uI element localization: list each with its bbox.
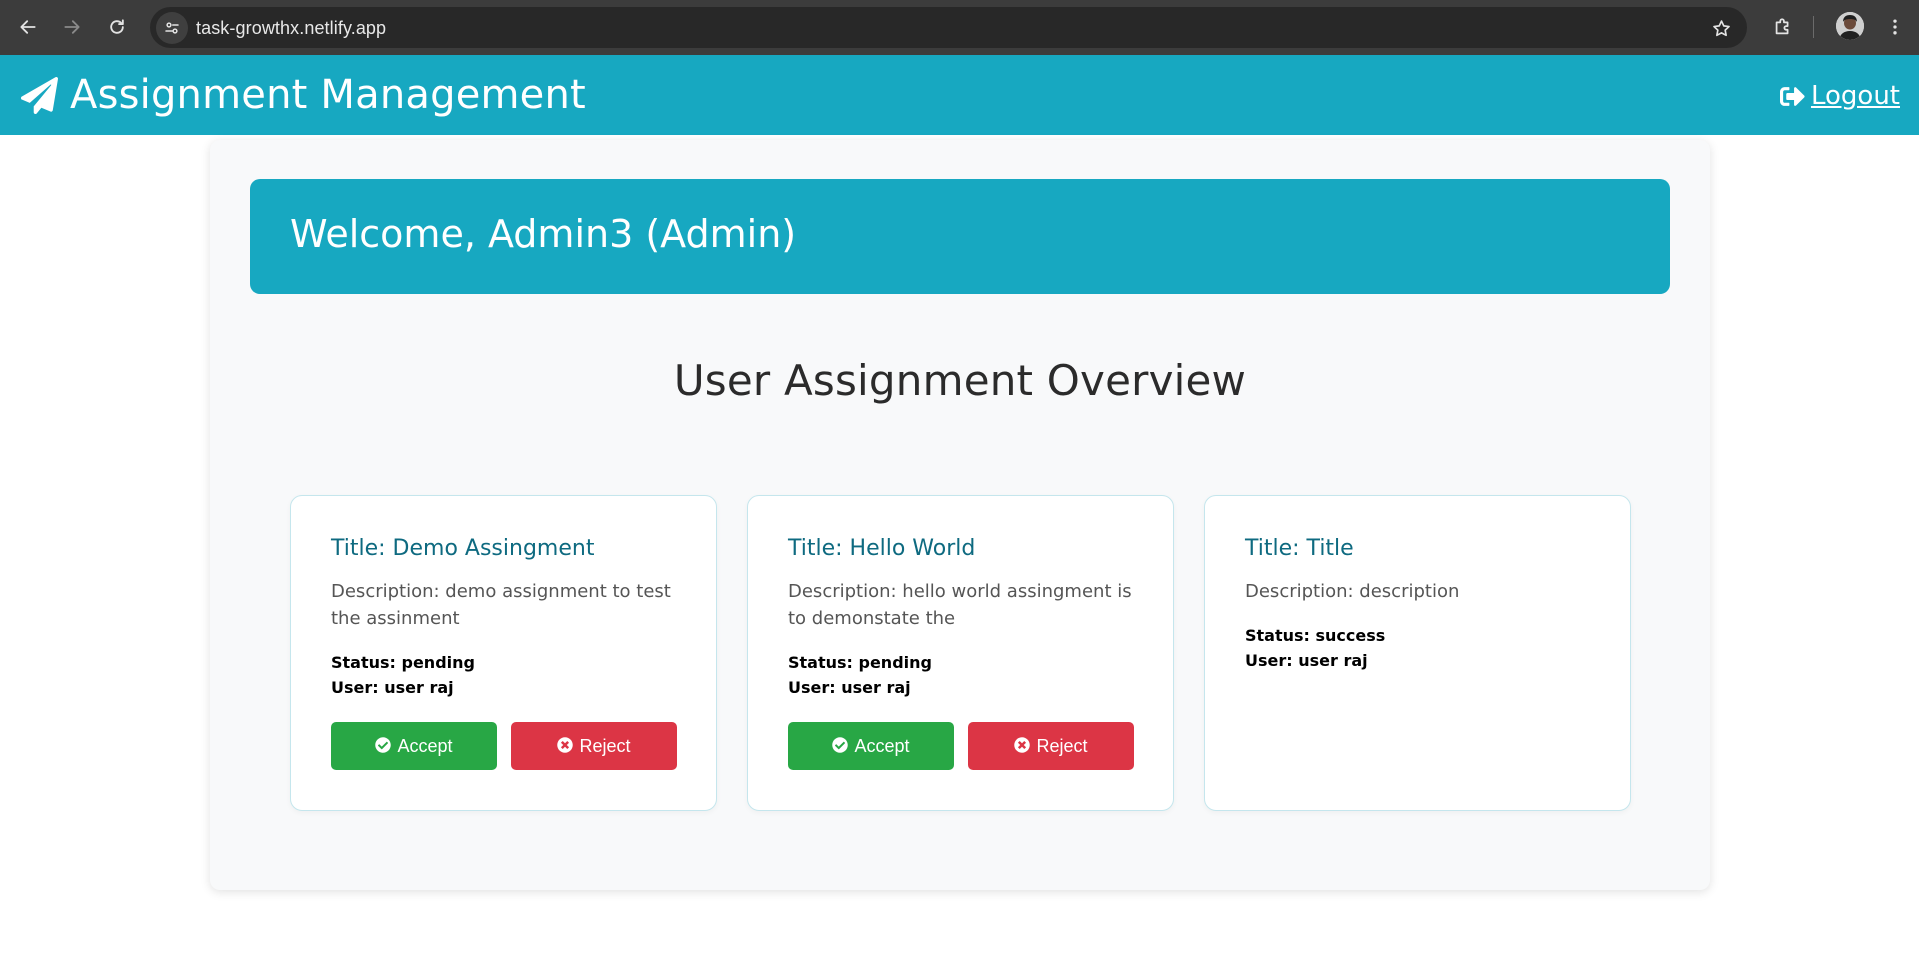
welcome-banner: Welcome, Admin3 (Admin) bbox=[250, 179, 1670, 294]
assignment-status: Status: pending bbox=[788, 653, 932, 672]
kebab-menu-icon bbox=[1893, 19, 1897, 35]
main-container: Welcome, Admin3 (Admin) User Assignment … bbox=[210, 140, 1710, 890]
reject-button[interactable]: Reject bbox=[511, 722, 677, 770]
times-circle-icon bbox=[557, 736, 574, 753]
assignment-card: Title: Title Description: description St… bbox=[1204, 495, 1631, 811]
assignment-user: User: user raj bbox=[331, 678, 454, 697]
puzzle-icon bbox=[1775, 18, 1789, 35]
assignment-description: Description: hello world assingment is t… bbox=[788, 581, 1132, 629]
card-actions: Accept Reject bbox=[788, 722, 1134, 770]
tune-icon bbox=[165, 22, 179, 34]
logout-link[interactable]: Logout bbox=[1779, 81, 1900, 111]
assignment-description: Description: demo assignment to test the… bbox=[331, 581, 671, 629]
brand: Assignment Management bbox=[21, 71, 586, 119]
back-button[interactable] bbox=[14, 13, 42, 41]
welcome-text: Welcome, Admin3 (Admin) bbox=[290, 212, 797, 256]
accept-label[interactable]: Accept bbox=[397, 736, 452, 757]
reload-button[interactable] bbox=[103, 13, 131, 41]
url-text[interactable]: task-growthx.netlify.app bbox=[196, 18, 386, 39]
browser-menu-button[interactable] bbox=[1880, 12, 1910, 42]
app-header: Assignment Management Logout bbox=[0, 55, 1919, 135]
times-circle-icon bbox=[1014, 736, 1031, 753]
assignment-card: Title: Hello World Description: hello wo… bbox=[747, 495, 1174, 811]
assignment-status: Status: pending bbox=[331, 653, 475, 672]
address-bar[interactable]: task-growthx.netlify.app bbox=[150, 7, 1747, 48]
accept-button[interactable]: Accept bbox=[331, 722, 497, 770]
card-actions: Accept Reject bbox=[331, 722, 677, 770]
app-title: Assignment Management bbox=[70, 72, 586, 118]
assignment-title: Title: Hello World bbox=[788, 536, 976, 561]
browser-toolbar: task-growthx.netlify.app bbox=[0, 0, 1919, 55]
forward-button[interactable] bbox=[58, 13, 86, 41]
reload-icon bbox=[110, 19, 124, 34]
overview-title: User Assignment Overview bbox=[673, 356, 1247, 405]
check-circle-icon bbox=[832, 736, 849, 753]
reject-label[interactable]: Reject bbox=[579, 736, 630, 757]
check-circle-icon bbox=[375, 736, 392, 753]
assignment-user: User: user raj bbox=[1245, 651, 1368, 670]
sign-out-icon bbox=[1779, 86, 1805, 106]
profile-photo-icon bbox=[1836, 12, 1864, 40]
assignment-user: User: user raj bbox=[788, 678, 911, 697]
accept-label[interactable]: Accept bbox=[854, 736, 909, 757]
arrow-right-icon bbox=[64, 20, 80, 34]
extensions-button[interactable] bbox=[1768, 12, 1798, 42]
assignment-title: Title: Title bbox=[1245, 536, 1354, 561]
paper-plane-icon bbox=[21, 76, 58, 114]
arrow-left-icon bbox=[20, 20, 36, 34]
toolbar-divider bbox=[1813, 16, 1814, 38]
site-info-button[interactable] bbox=[156, 12, 188, 44]
assignment-status: Status: success bbox=[1245, 626, 1386, 645]
assignment-description: Description: description bbox=[1245, 581, 1460, 602]
star-icon bbox=[1712, 19, 1730, 36]
assignment-title: Title: Demo Assingment bbox=[331, 536, 595, 561]
reject-button[interactable]: Reject bbox=[968, 722, 1134, 770]
assignment-card: Title: Demo Assingment Description: demo… bbox=[290, 495, 717, 811]
accept-button[interactable]: Accept bbox=[788, 722, 954, 770]
reject-label[interactable]: Reject bbox=[1036, 736, 1087, 757]
logout-label[interactable]: Logout bbox=[1811, 81, 1900, 111]
bookmark-button[interactable] bbox=[1709, 16, 1733, 40]
profile-avatar[interactable] bbox=[1836, 12, 1864, 40]
